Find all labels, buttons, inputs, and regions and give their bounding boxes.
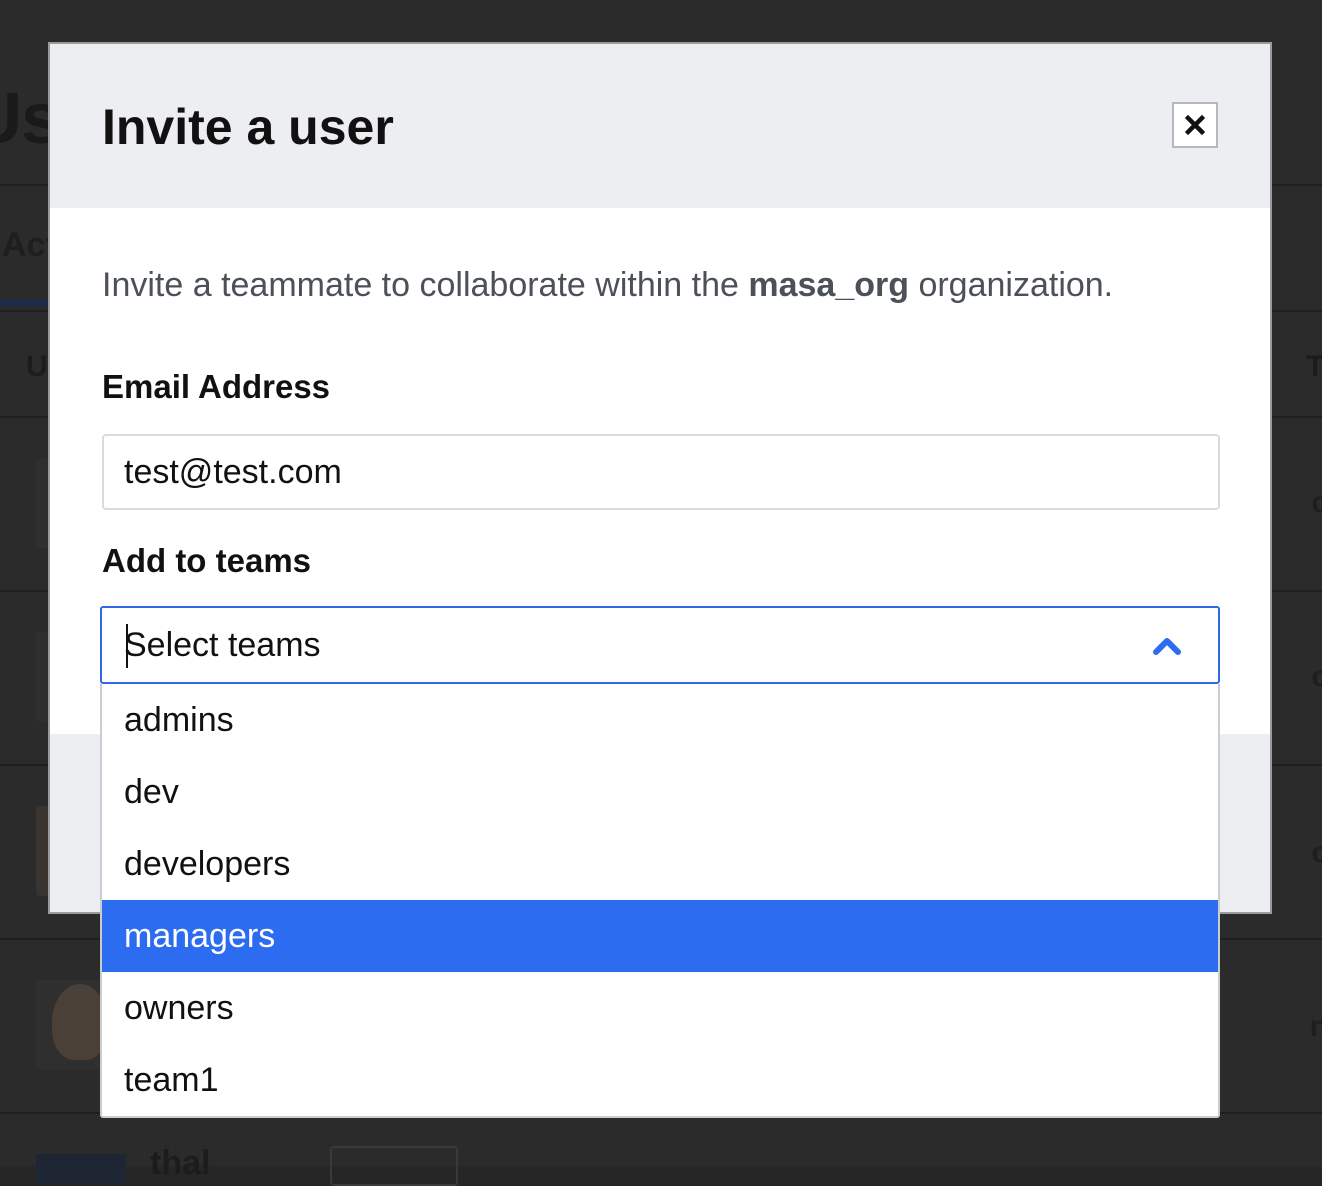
close-icon xyxy=(1185,115,1205,135)
teams-label: Add to teams xyxy=(102,542,312,579)
background-column-header: T xyxy=(1306,350,1322,383)
background-row-text: thal xyxy=(150,1144,211,1182)
text-caret xyxy=(126,624,128,668)
dropdown-option-developers[interactable]: developers xyxy=(102,828,1218,900)
background-row-text: c xyxy=(1311,836,1322,869)
modal-description: Invite a teammate to collaborate within … xyxy=(102,266,1113,305)
teams-search-input[interactable] xyxy=(124,622,1104,668)
background-row-text: c xyxy=(1311,660,1322,693)
background-badge xyxy=(330,1146,458,1186)
teams-select[interactable] xyxy=(100,606,1220,684)
dropdown-option-managers[interactable]: managers xyxy=(102,900,1218,972)
organization-name: masa_org xyxy=(748,266,909,304)
email-field[interactable] xyxy=(102,434,1220,510)
close-button[interactable] xyxy=(1172,102,1218,148)
background-column-header: U xyxy=(26,350,48,383)
email-label: Email Address xyxy=(102,368,331,405)
dropdown-option-admins[interactable]: admins xyxy=(102,684,1218,756)
modal-description-suffix: organization. xyxy=(909,266,1114,304)
background-row-text: n xyxy=(1309,1010,1322,1043)
background-row-text: c xyxy=(1311,486,1322,519)
chevron-up-icon[interactable] xyxy=(1152,634,1182,656)
dropdown-option-team1[interactable]: team1 xyxy=(102,1044,1218,1116)
modal-header: Invite a user xyxy=(50,44,1270,208)
teams-dropdown-menu: admins dev developers managers owners te… xyxy=(100,684,1220,1118)
background-avatar xyxy=(36,1154,126,1184)
modal-description-prefix: Invite a teammate to collaborate within … xyxy=(102,266,749,304)
dropdown-option-dev[interactable]: dev xyxy=(102,756,1218,828)
dropdown-option-owners[interactable]: owners xyxy=(102,972,1218,1044)
modal-title: Invite a user xyxy=(102,99,394,155)
